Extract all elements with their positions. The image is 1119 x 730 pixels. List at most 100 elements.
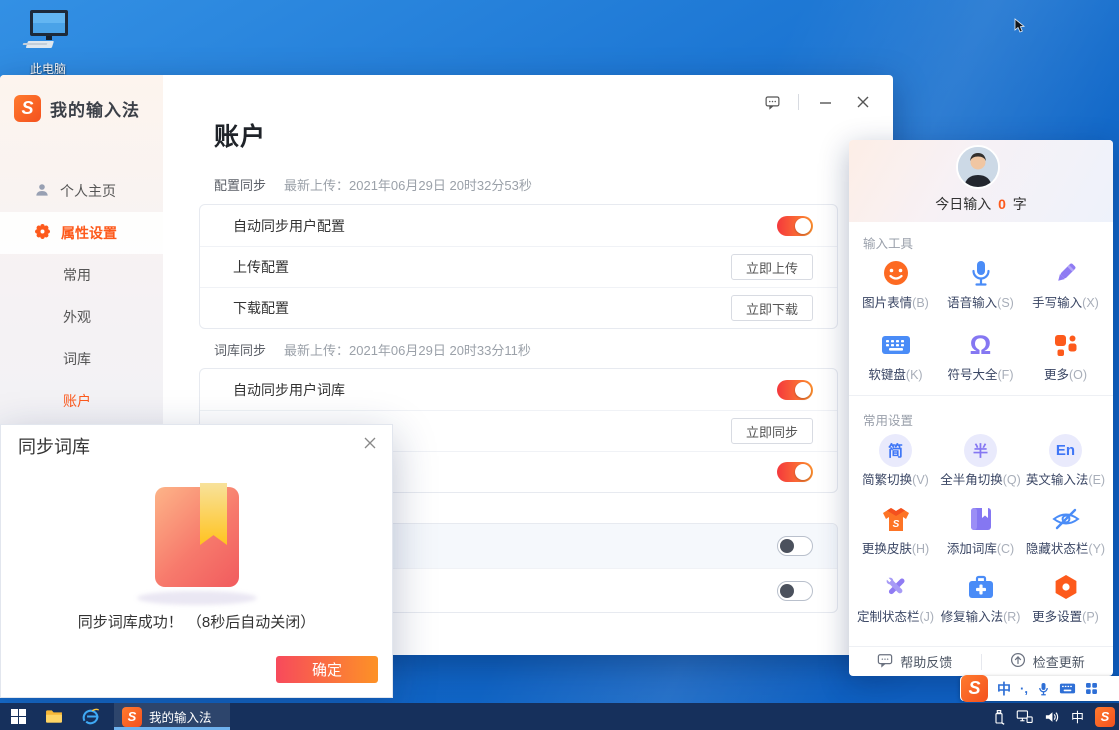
download-now-button[interactable]: 立即下载 xyxy=(731,295,813,321)
dialog-close-icon[interactable] xyxy=(360,433,380,453)
setting-customize-statusbar[interactable]: 定制状态栏(J) xyxy=(853,571,938,625)
statusbar-toolbox-icon[interactable] xyxy=(1085,682,1098,695)
group-label-common-settings: 常用设置 xyxy=(863,410,913,429)
setting-more-settings[interactable]: 更多设置(P) xyxy=(1023,571,1108,625)
help-bubble-icon xyxy=(877,653,893,671)
minimize-button[interactable] xyxy=(813,91,837,113)
section-meta: 最新上传：2021年06月29日 20时32分53秒 xyxy=(284,175,532,194)
upload-now-button[interactable]: 立即上传 xyxy=(731,254,813,280)
tool-picture-emoji[interactable]: 图片表情(B) xyxy=(853,257,938,311)
start-button[interactable] xyxy=(0,703,36,730)
english-icon: En xyxy=(1023,434,1108,466)
sidebar-item-account[interactable]: 账户 xyxy=(0,380,163,422)
setting-grid-label: 简繁切换 xyxy=(862,473,912,487)
sogou-logo-icon[interactable]: S xyxy=(961,675,988,702)
sidebar-item-profile[interactable]: 个人主页 xyxy=(0,170,163,212)
setting-key: (V) xyxy=(912,473,929,487)
statusbar-mic-icon[interactable] xyxy=(1037,681,1050,697)
setting-grid-label: 隐藏状态栏 xyxy=(1026,542,1089,556)
person-icon xyxy=(34,182,50,201)
sync-lexicon-dialog: 同步词库 同步词库成功！ （8秒后自动关闭） 确定 xyxy=(0,424,393,698)
setting-row-download-config: 下载配置 立即下载 xyxy=(200,287,837,328)
setting-key: (Q) xyxy=(1003,473,1021,487)
check-update-button[interactable]: 检查更新 xyxy=(982,647,1114,676)
setting-repair-ime[interactable]: 修复输入法(R) xyxy=(938,571,1023,625)
tool-label: 更多 xyxy=(1044,368,1069,382)
setting-simp-trad[interactable]: 简 简繁切换(V) xyxy=(853,434,938,488)
tool-symbols[interactable]: Ω 符号大全(F) xyxy=(938,329,1023,383)
tool-key: (O) xyxy=(1069,368,1087,382)
keyboard-icon xyxy=(853,329,938,361)
setting-hide-statusbar[interactable]: 隐藏状态栏(Y) xyxy=(1023,503,1108,557)
tool-label: 手写输入 xyxy=(1032,296,1082,310)
setting-add-lexicon[interactable]: 添加词库(C) xyxy=(938,503,1023,557)
toggle-auto-sync-lexicon[interactable] xyxy=(777,380,813,400)
confirm-button[interactable]: 确定 xyxy=(276,656,378,683)
toggle-off[interactable] xyxy=(777,536,813,556)
tshirt-icon: S xyxy=(853,503,938,535)
internet-explorer-icon[interactable] xyxy=(72,703,108,730)
tool-label: 图片表情 xyxy=(862,296,912,310)
sidebar-item-label: 属性设置 xyxy=(61,223,117,243)
tool-grid-row: 图片表情(B) 语音输入(S) 手写输入 xyxy=(853,257,1109,311)
setting-key: (C) xyxy=(997,542,1014,556)
sync-now-button[interactable]: 立即同步 xyxy=(731,418,813,444)
sogou-tray-icon[interactable]: S xyxy=(1095,707,1115,727)
avatar[interactable] xyxy=(956,145,1000,189)
panel-divider xyxy=(849,395,1113,396)
ime-cn-indicator[interactable]: 中 xyxy=(1071,707,1084,726)
statusbar-keyboard-icon[interactable] xyxy=(1059,682,1076,695)
setting-grid-row: S 更换皮肤(H) 添加词库(C) xyxy=(853,503,1109,557)
sogou-logo-icon: S xyxy=(14,95,41,122)
toggle-off[interactable] xyxy=(777,581,813,601)
sidebar-item-common[interactable]: 常用 xyxy=(0,254,163,296)
setting-grid-label: 修复输入法 xyxy=(941,610,1004,624)
gear-flower-icon xyxy=(34,223,51,243)
setting-full-half-width[interactable]: 半 全半角切换(Q) xyxy=(938,434,1023,488)
hidden-eye-icon xyxy=(1023,503,1108,535)
toggle-on[interactable] xyxy=(777,462,813,482)
help-feedback-button[interactable]: 帮助反馈 xyxy=(849,647,981,676)
section-label: 词库同步 xyxy=(214,340,266,359)
dict-book-icon xyxy=(938,503,1023,535)
tool-more[interactable]: 更多(O) xyxy=(1023,329,1108,383)
tool-handwriting[interactable]: 手写输入(X) xyxy=(1023,257,1108,311)
setting-row-auto-sync-config: 自动同步用户配置 xyxy=(200,205,837,246)
section-meta: 最新上传：2021年06月29日 20时33分11秒 xyxy=(284,340,531,359)
setting-key: (R) xyxy=(1003,610,1020,624)
setting-key: (H) xyxy=(912,542,929,556)
cn-en-mode-toggle[interactable]: 中 xyxy=(997,679,1011,699)
desktop-icon-this-pc[interactable]: 此电脑 xyxy=(12,8,84,77)
sidebar-item-lexicon[interactable]: 词库 xyxy=(0,338,163,380)
punctuation-toggle[interactable]: ·, xyxy=(1020,681,1028,696)
usb-tray-icon[interactable] xyxy=(993,709,1005,725)
today-count: 0 xyxy=(995,196,1009,212)
setting-grid-row: 定制状态栏(J) 修复输入法(R) 更多设置(P) xyxy=(853,571,1109,625)
toggle-auto-sync-config[interactable] xyxy=(777,216,813,236)
speaker-tray-icon[interactable] xyxy=(1044,710,1060,724)
section-header-lexicon-sync: 词库同步 最新上传：2021年06月29日 20时33分11秒 xyxy=(214,340,531,359)
sidebar-item-appearance[interactable]: 外观 xyxy=(0,296,163,338)
today-input-count: 今日输入 0 字 xyxy=(849,194,1113,214)
book-shadow xyxy=(137,591,257,605)
network-tray-icon[interactable] xyxy=(1016,709,1033,724)
tool-voice-input[interactable]: 语音输入(S) xyxy=(938,257,1023,311)
setting-grid-label: 更换皮肤 xyxy=(862,542,912,556)
help-feedback-label: 帮助反馈 xyxy=(900,652,952,671)
file-explorer-icon[interactable] xyxy=(36,703,72,730)
setting-grid-label: 定制状态栏 xyxy=(857,610,920,624)
tool-soft-keyboard[interactable]: 软键盘(K) xyxy=(853,329,938,383)
sidebar-item-settings[interactable]: 属性设置 xyxy=(0,212,163,254)
sidebar-item-label: 词库 xyxy=(63,349,91,369)
mouse-cursor xyxy=(1014,18,1028,39)
taskbar-app-sogou-settings[interactable]: S 我的输入法 xyxy=(114,703,230,730)
repair-kit-icon xyxy=(938,571,1023,603)
sidebar-header: S 我的输入法 xyxy=(0,75,163,122)
setting-key: (P) xyxy=(1082,610,1099,624)
taskbar: S 我的输入法 中 S xyxy=(0,703,1119,730)
section-header-config-sync: 配置同步 最新上传：2021年06月29日 20时32分53秒 xyxy=(214,175,532,194)
feedback-icon[interactable] xyxy=(760,91,784,113)
setting-change-skin[interactable]: S 更换皮肤(H) xyxy=(853,503,938,557)
setting-english-ime[interactable]: En 英文输入法(E) xyxy=(1023,434,1108,488)
close-button[interactable] xyxy=(851,91,875,113)
